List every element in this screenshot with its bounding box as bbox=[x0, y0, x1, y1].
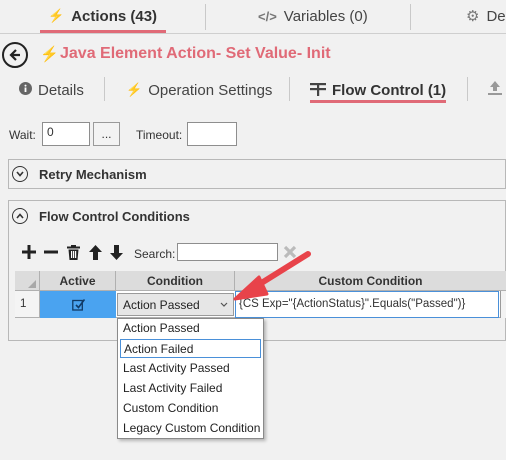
expand-chevron-icon[interactable] bbox=[12, 166, 28, 182]
tab-variables-label: Variables (0) bbox=[283, 7, 368, 25]
tab-divider bbox=[467, 77, 468, 101]
delete-all-icon[interactable] bbox=[66, 245, 81, 265]
checkbox-edit-icon[interactable] bbox=[71, 298, 85, 311]
timeout-input[interactable] bbox=[187, 122, 237, 146]
retry-mechanism-title: Retry Mechanism bbox=[39, 167, 147, 182]
page-title: Java Element Action- Set Value- Init bbox=[60, 45, 331, 62]
tab-flow-control[interactable]: Flow Control (1) bbox=[310, 79, 446, 101]
column-header-condition[interactable]: Condition bbox=[116, 271, 235, 291]
dropdown-option-custom-condition[interactable]: Custom Condition bbox=[120, 399, 261, 418]
tab-divider bbox=[205, 4, 206, 30]
bolt-icon: ⚡ bbox=[40, 46, 59, 63]
wait-label: Wait: bbox=[9, 128, 36, 142]
grid-corner bbox=[15, 271, 40, 291]
dropdown-option-last-activity-passed[interactable]: Last Activity Passed bbox=[120, 359, 261, 378]
search-label: Search: bbox=[134, 247, 176, 261]
annotation-arrow-icon bbox=[233, 251, 311, 301]
value-expression-button[interactable] bbox=[500, 291, 506, 318]
tab-details-label: Details bbox=[38, 81, 84, 99]
move-up-icon[interactable] bbox=[89, 245, 102, 265]
bolt-icon: ⚡ bbox=[126, 82, 143, 97]
tab-divider bbox=[289, 77, 290, 101]
code-icon: </> bbox=[258, 8, 277, 24]
move-down-icon[interactable] bbox=[110, 245, 123, 265]
condition-select[interactable]: Action Passed bbox=[117, 293, 234, 316]
remove-icon[interactable] bbox=[44, 245, 58, 264]
tab-actions[interactable]: ⚡ Actions (43) bbox=[48, 0, 157, 32]
tab-operation-settings-label: Operation Settings bbox=[148, 81, 273, 99]
wait-input[interactable]: 0 bbox=[42, 122, 90, 146]
tab-details[interactable]: Details bbox=[19, 79, 84, 101]
dropdown-option-action-failed[interactable]: Action Failed bbox=[120, 339, 261, 358]
dropdown-option-action-passed[interactable]: Action Passed bbox=[120, 319, 261, 338]
bolt-icon: ⚡ bbox=[48, 8, 65, 23]
upload-icon[interactable] bbox=[487, 80, 503, 101]
arrow-left-icon bbox=[9, 49, 20, 61]
info-icon bbox=[19, 82, 32, 98]
back-button[interactable] bbox=[2, 42, 28, 68]
dropdown-option-last-activity-failed[interactable]: Last Activity Failed bbox=[120, 379, 261, 398]
tab-details-partial[interactable]: ⚙ De bbox=[466, 0, 506, 32]
add-icon[interactable] bbox=[22, 245, 36, 264]
timeout-label: Timeout: bbox=[136, 128, 183, 142]
tab-divider bbox=[410, 4, 411, 30]
tab-operation-settings[interactable]: ⚡ Operation Settings bbox=[126, 79, 272, 101]
gear-icon: ⚙ bbox=[466, 8, 480, 25]
active-cell[interactable] bbox=[40, 291, 116, 318]
tab-variables[interactable]: </> Variables (0) bbox=[258, 0, 368, 32]
tab-actions-label: Actions (43) bbox=[71, 7, 158, 25]
flow-control-icon bbox=[310, 82, 326, 99]
dropdown-option-legacy-custom-condition[interactable]: Legacy Custom Condition bbox=[120, 419, 261, 438]
tab-details-partial-label: De bbox=[486, 7, 506, 25]
condition-dropdown-list: Action Passed Action Failed Last Activit… bbox=[117, 318, 264, 439]
column-header-active[interactable]: Active bbox=[40, 271, 116, 291]
active-subtab-underline bbox=[310, 100, 446, 103]
flow-control-conditions-title: Flow Control Conditions bbox=[39, 209, 190, 224]
tab-divider bbox=[104, 77, 105, 101]
tab-flow-control-label: Flow Control (1) bbox=[332, 81, 447, 99]
collapse-chevron-icon[interactable] bbox=[12, 208, 28, 224]
row-number: 1 bbox=[15, 291, 40, 318]
active-tab-underline bbox=[40, 30, 166, 33]
condition-select-value: Action Passed bbox=[123, 298, 200, 312]
wait-browse-button[interactable]: ... bbox=[93, 122, 120, 146]
